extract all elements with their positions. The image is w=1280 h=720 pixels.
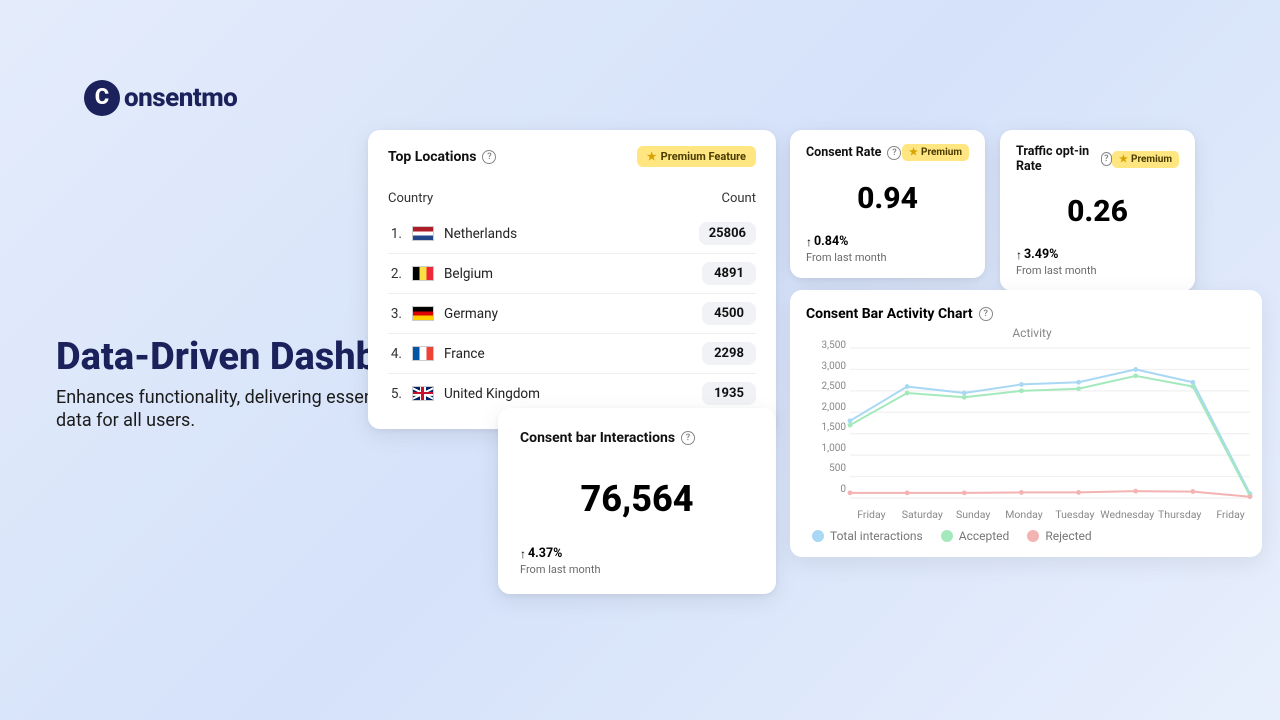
chart-x-axis: FridaySaturdaySundayMondayTuesdayWednesd…	[846, 508, 1256, 521]
traffic-optin-card: Traffic opt-in Rate ? ★ Premium 0.26 ↑ 3…	[1000, 130, 1195, 291]
top-locations-card: Top Locations ? ★ Premium Feature Countr…	[368, 130, 776, 429]
consent-rate-title: Consent Rate ?	[806, 145, 901, 160]
help-icon[interactable]: ?	[887, 146, 901, 160]
location-row: 3. Germany 4500	[388, 294, 756, 334]
brand-mark-letter: C	[95, 87, 109, 109]
location-index: 2.	[388, 266, 402, 282]
legend-total: Total interactions	[812, 529, 923, 543]
consent-rate-card: Consent Rate ? ★ Premium 0.94 ↑ 0.84% Fr…	[790, 130, 985, 278]
brand-mark-icon: C	[84, 80, 120, 116]
help-icon[interactable]: ?	[482, 150, 496, 164]
star-icon: ★	[1119, 154, 1128, 165]
col-country-header: Country	[388, 191, 433, 206]
col-count-header: Count	[722, 191, 756, 206]
consent-rate-value: 0.94	[806, 181, 969, 216]
location-row: 1. Netherlands 25806	[388, 214, 756, 254]
location-count: 2298	[702, 342, 756, 365]
location-row: 4. France 2298	[388, 334, 756, 374]
activity-chart-title: Consent Bar Activity Chart ?	[806, 306, 1258, 322]
consent-rate-sub: From last month	[806, 251, 969, 264]
activity-line-chart	[806, 344, 1258, 508]
interactions-sub: From last month	[520, 563, 754, 576]
location-index: 4.	[388, 346, 402, 362]
premium-badge[interactable]: ★ Premium	[902, 144, 969, 161]
arrow-up-icon: ↑	[1016, 248, 1022, 262]
flag-gb-icon	[412, 386, 434, 401]
traffic-optin-title: Traffic opt-in Rate ?	[1016, 144, 1112, 174]
location-row: 2. Belgium 4891	[388, 254, 756, 294]
star-icon: ★	[909, 147, 918, 158]
premium-feature-badge[interactable]: ★ Premium Feature	[637, 146, 756, 167]
premium-badge[interactable]: ★ Premium	[1112, 151, 1179, 168]
location-count: 4500	[702, 302, 756, 325]
interactions-delta: ↑ 4.37%	[520, 546, 754, 561]
consent-rate-delta: ↑ 0.84%	[806, 234, 969, 249]
flag-nl-icon	[412, 226, 434, 241]
chart-y-axis: 3,5003,0002,5002,0001,5001,0005000	[816, 340, 846, 504]
location-name: Germany	[444, 306, 498, 322]
brand-name: onsentmo	[124, 83, 237, 113]
arrow-up-icon: ↑	[520, 547, 526, 561]
location-count: 1935	[702, 382, 756, 405]
help-icon[interactable]: ?	[681, 431, 695, 445]
chart-legend: Total interactions Accepted Rejected	[806, 521, 1258, 543]
location-index: 3.	[388, 306, 402, 322]
star-icon: ★	[647, 150, 657, 163]
help-icon[interactable]: ?	[1101, 152, 1112, 166]
interactions-card: Consent bar Interactions ? 76,564 ↑ 4.37…	[498, 408, 776, 594]
traffic-optin-value: 0.26	[1016, 194, 1179, 229]
traffic-optin-sub: From last month	[1016, 264, 1179, 277]
location-index: 1.	[388, 226, 402, 242]
location-name: France	[444, 346, 485, 362]
legend-accepted: Accepted	[941, 529, 1010, 543]
location-count: 25806	[699, 222, 756, 245]
legend-rejected: Rejected	[1027, 529, 1091, 543]
location-count: 4891	[702, 262, 756, 285]
arrow-up-icon: ↑	[806, 235, 812, 249]
interactions-value: 76,564	[520, 478, 754, 520]
help-icon[interactable]: ?	[979, 307, 993, 321]
flag-be-icon	[412, 266, 434, 281]
activity-chart-card: Consent Bar Activity Chart ? Activity 3,…	[790, 290, 1262, 557]
top-locations-title: Top Locations ?	[388, 149, 496, 165]
brand-logo: C onsentmo	[84, 80, 237, 116]
interactions-title: Consent bar Interactions ?	[520, 430, 754, 446]
location-name: United Kingdom	[444, 386, 540, 402]
flag-de-icon	[412, 306, 434, 321]
location-name: Belgium	[444, 266, 493, 282]
location-name: Netherlands	[444, 226, 517, 242]
traffic-optin-delta: ↑ 3.49%	[1016, 247, 1179, 262]
activity-chart-subtitle: Activity	[806, 326, 1258, 340]
location-index: 5.	[388, 386, 402, 402]
flag-fr-icon	[412, 346, 434, 361]
